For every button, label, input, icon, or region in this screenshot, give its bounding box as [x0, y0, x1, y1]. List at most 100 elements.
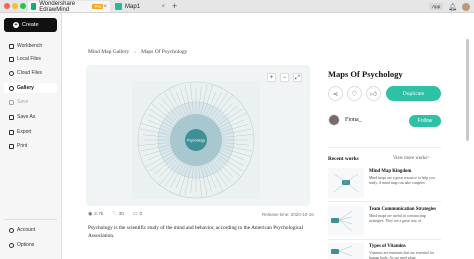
sidebar-divider	[4, 219, 57, 220]
title-bar: Wondershare EdrawMind Pro × Map1 × + App…	[0, 0, 474, 13]
tab-edrawmind[interactable]: Wondershare EdrawMind Pro ×	[28, 0, 110, 13]
map-description: Psychology is the scientific study of th…	[88, 225, 303, 239]
folder-icon	[9, 56, 14, 62]
gallery-icon	[9, 85, 14, 91]
scrollbar[interactable]	[466, 39, 469, 141]
sidebar-item-local-files[interactable]: Local Files	[4, 54, 57, 64]
create-button[interactable]: + Create	[4, 18, 57, 32]
zoom-window-button[interactable]	[20, 3, 26, 9]
sidebar-item-print[interactable]: Print	[4, 141, 57, 151]
account-icon	[9, 227, 14, 233]
sidebar-item-gallery[interactable]: Gallery	[4, 83, 57, 93]
map-title: Maps Of Psychology	[328, 69, 403, 79]
sidebar: + Create Workbench Local Files Cloud Fil…	[0, 13, 62, 259]
work-description: Mind maps are useful in constructing str…	[369, 214, 426, 223]
sidebar-item-label: Save As	[17, 114, 36, 120]
views-count: 2.7k	[94, 212, 104, 217]
recent-work-item[interactable]: Team Communication Strategies Mind maps …	[328, 206, 441, 236]
zoom-controls: + − ⤢	[267, 73, 302, 82]
work-title: Types of Vitamins	[369, 244, 406, 249]
sidebar-item-save-as[interactable]: Save As	[4, 112, 57, 122]
breadcrumb: Mind Map Gallery › Maps Of Psychology	[88, 49, 188, 55]
new-tab-icon[interactable]: +	[172, 1, 177, 11]
main-content: Mind Map Gallery › Maps Of Psychology Ps…	[62, 13, 474, 259]
share-button[interactable]: ⋖	[328, 86, 343, 101]
tab-map1[interactable]: Map1 ×	[112, 1, 168, 12]
print-icon	[9, 143, 14, 149]
section-divider	[328, 201, 441, 202]
recent-works-heading: Recent works	[328, 156, 359, 162]
workbench-icon	[9, 43, 14, 49]
close-window-button[interactable]	[4, 3, 10, 9]
fullscreen-icon[interactable]: ⤢	[293, 73, 302, 82]
app-button[interactable]: App	[429, 3, 444, 10]
work-thumbnail	[328, 243, 364, 259]
sidebar-item-label: Account	[17, 227, 36, 233]
view-more-link[interactable]: View more works>	[393, 156, 430, 161]
gear-icon	[9, 242, 14, 248]
author-name[interactable]: Fiona_	[345, 117, 362, 123]
sidebar-item-export[interactable]: Export	[4, 127, 57, 137]
tab-doc-label: Map1	[125, 3, 141, 10]
sidebar-item-label: Gallery	[17, 85, 34, 91]
section-divider	[328, 239, 441, 240]
chevron-right-icon: ›	[134, 49, 137, 55]
tab-app-label: Wondershare EdrawMind	[39, 0, 76, 13]
duplicate-button[interactable]: Duplicate	[386, 86, 441, 101]
comments-stat[interactable]: ▭ 0	[133, 212, 142, 217]
release-time: Release time: 2020-10-16	[262, 212, 314, 217]
work-title: Team Communication Strategies	[369, 207, 436, 212]
minimize-window-button[interactable]	[12, 3, 18, 9]
breadcrumb-current: Maps Of Psychology	[141, 49, 188, 55]
user-avatar[interactable]	[462, 2, 470, 11]
sidebar-item-label: Save	[17, 99, 29, 105]
save-as-icon	[9, 114, 14, 120]
work-description: Vitamins are nutrients that are essentia…	[369, 251, 435, 259]
save-icon	[9, 99, 14, 105]
pro-badge: Pro	[92, 4, 104, 9]
map-file-icon	[115, 3, 122, 10]
share-icon: ⋖	[332, 90, 339, 98]
sidebar-item-label: Print	[17, 143, 28, 149]
sidebar-item-account[interactable]: Account	[4, 225, 57, 235]
like-button[interactable]: 👍︎	[366, 86, 381, 101]
work-description: Mind maps are a great resource to help y…	[369, 176, 435, 185]
section-divider	[328, 147, 441, 148]
sidebar-item-workbench[interactable]: Workbench	[4, 41, 57, 51]
thumbs-up-icon: 👍︎	[370, 90, 377, 98]
views-stat: ◉ 2.7k	[88, 212, 103, 217]
sidebar-item-label: Local Files	[17, 56, 41, 62]
likes-count: 30	[118, 212, 124, 217]
zoom-out-button[interactable]: −	[280, 73, 289, 82]
sidebar-item-label: Options	[17, 242, 35, 248]
mind-map-preview[interactable]: Psychology + − ⤢	[86, 65, 310, 206]
sidebar-item-save[interactable]: Save	[4, 97, 57, 107]
work-title: Mind Map Kingdom	[369, 169, 412, 174]
plus-icon: +	[13, 22, 19, 28]
zoom-in-button[interactable]: +	[267, 73, 276, 82]
comments-count: 0	[139, 212, 143, 217]
eye-icon: ◉	[88, 212, 93, 217]
sidebar-item-cloud-files[interactable]: Cloud Files	[4, 68, 57, 78]
follow-button[interactable]: Follow	[409, 115, 441, 127]
stats-bar: ◉ 2.7k ♡ 30 ▭ 0	[88, 212, 142, 217]
thumbs-up-icon: ♡	[112, 212, 117, 217]
likes-stat[interactable]: ♡ 30	[112, 212, 124, 217]
author-avatar[interactable]	[328, 114, 340, 126]
recent-work-item[interactable]: Types of Vitamins Vitamins are nutrients…	[328, 243, 441, 259]
recent-work-item[interactable]: Mind Map Kingdom Mind maps are a great r…	[328, 168, 441, 198]
sidebar-item-label: Workbench	[17, 43, 43, 49]
work-thumbnail	[328, 168, 364, 198]
edrawmind-logo-icon	[31, 3, 37, 10]
bell-icon[interactable]: 🔔︎	[448, 3, 457, 11]
radial-mind-map: Psychology	[132, 81, 260, 199]
sidebar-item-label: Export	[17, 129, 32, 135]
center-node-label: Psychology	[187, 139, 206, 143]
favorite-button[interactable]: ♡	[347, 86, 362, 101]
close-tab-icon[interactable]: ×	[161, 4, 165, 10]
breadcrumb-gallery[interactable]: Mind Map Gallery	[88, 49, 129, 55]
cloud-icon	[9, 70, 14, 76]
titlebar-tools: App 🔔︎	[429, 1, 470, 12]
sidebar-item-options[interactable]: Options	[4, 240, 57, 250]
close-tab-icon[interactable]: ×	[103, 4, 107, 10]
